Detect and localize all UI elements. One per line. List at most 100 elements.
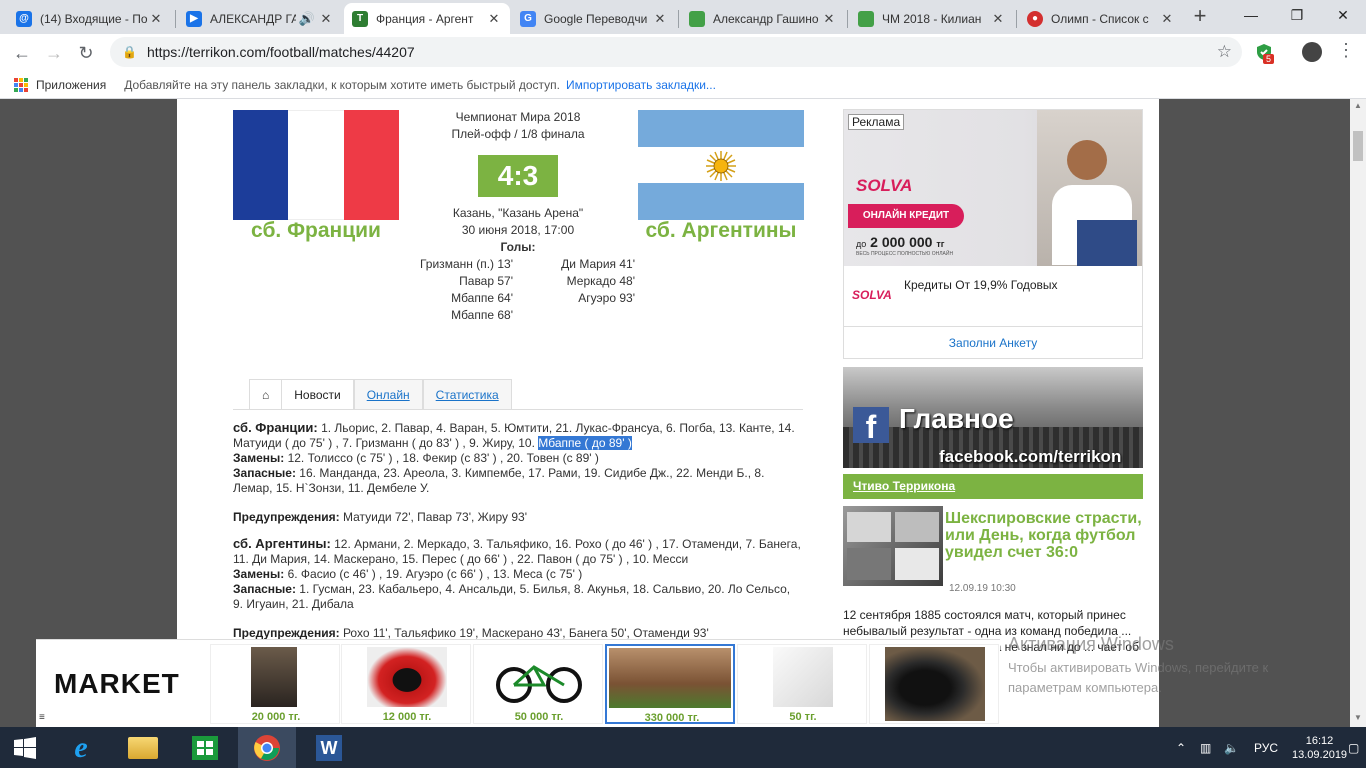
market-item[interactable]: 50 000 тг. xyxy=(473,644,603,724)
away-goal: Ди Мария 41' xyxy=(561,257,635,271)
menu-icon[interactable]: ≡ xyxy=(39,712,45,723)
reload-icon[interactable]: ↻ xyxy=(72,40,100,66)
scroll-up-icon[interactable]: ▲ xyxy=(1354,101,1362,110)
browser-tab[interactable]: ● Олимп - Список с ✕ xyxy=(1019,3,1183,34)
market-item-selected[interactable]: 330 000 тг. xyxy=(605,644,735,724)
boots-image xyxy=(885,647,985,721)
clock[interactable]: 16:12 13.09.2019 xyxy=(1292,727,1347,768)
tab-title: Google Переводчи xyxy=(544,11,648,26)
goals-label: Голы: xyxy=(500,240,536,254)
ad-credit: ОНЛАЙН КРЕДИТ xyxy=(848,204,964,228)
home-goal: Гризманн (п.) 13' xyxy=(419,257,513,271)
close-tab-icon[interactable]: ✕ xyxy=(821,11,837,27)
section-header[interactable]: Чтиво Терриконa xyxy=(843,474,1143,499)
volume-icon[interactable]: 🔈 xyxy=(1224,727,1239,768)
video-icon: ▶ xyxy=(186,10,202,27)
item-price: 330 000 тг. xyxy=(644,712,700,724)
import-bookmarks-link[interactable]: Импортировать закладки... xyxy=(566,78,716,92)
market-item[interactable]: 20 000 тг. xyxy=(210,644,340,724)
scroll-thumb[interactable] xyxy=(1353,131,1363,161)
back-arrow-icon[interactable]: ← xyxy=(8,40,36,66)
menu-dots-icon[interactable]: ⋮ xyxy=(1336,40,1356,64)
activation-watermark: Активация Windows xyxy=(1008,634,1174,654)
scroll-down-icon[interactable]: ▼ xyxy=(1354,713,1362,722)
close-tab-icon[interactable]: ✕ xyxy=(318,11,334,27)
address-bar[interactable]: 🔒 https://terrikon.com/football/matches/… xyxy=(110,37,1242,67)
notifications-icon[interactable]: ▢ xyxy=(1348,727,1359,768)
apps-link[interactable]: Приложения xyxy=(36,78,106,92)
activation-watermark-text: Чтобы активировать Windows, перейдите к … xyxy=(1008,658,1268,698)
new-tab-button[interactable]: + xyxy=(1188,5,1212,29)
browser-tab[interactable]: ЧМ 2018 - Килиан ✕ xyxy=(850,3,1014,34)
tab-strip: @ (14) Входящие - По ✕ ▶ АЛЕКСАНДР ГА 🔊 … xyxy=(0,0,1366,34)
tab-stats[interactable]: Статистика xyxy=(422,379,512,409)
minimize-icon[interactable]: — xyxy=(1228,0,1274,30)
ad-amount-value: 2 000 000 xyxy=(870,234,933,250)
ad-note: ВЕСЬ ПРОЦЕСС ПОЛНОСТЬЮ ОНЛАЙН xyxy=(856,251,954,257)
away-reserves-text: 1. Гусман, 23. Кабальеро, 4. Ансальди, 5… xyxy=(233,582,791,611)
ad-label: Реклама xyxy=(848,114,905,130)
word-icon[interactable]: W xyxy=(300,727,358,768)
forward-arrow-icon[interactable]: → xyxy=(40,40,68,66)
market-logo[interactable]: MARKET xyxy=(54,668,180,700)
sneakers-image xyxy=(367,647,447,707)
network-icon[interactable]: ▥ xyxy=(1200,727,1211,768)
extension-shield-icon[interactable]: 5 xyxy=(1254,42,1275,64)
bookmark-star-icon[interactable]: ☆ xyxy=(1217,42,1232,62)
france-flag xyxy=(233,110,399,220)
home-icon[interactable]: ⌂ xyxy=(249,379,283,409)
browser-tab[interactable]: ▶ АЛЕКСАНДР ГА 🔊 ✕ xyxy=(178,3,342,34)
tab-news[interactable]: Новости xyxy=(282,379,354,409)
audio-icon[interactable]: 🔊 xyxy=(296,11,318,27)
tray-chevron-icon[interactable]: ⌃ xyxy=(1176,727,1186,768)
avatar[interactable] xyxy=(1302,42,1322,62)
close-tab-icon[interactable]: ✕ xyxy=(148,11,164,27)
internet-explorer-icon[interactable]: e xyxy=(52,727,110,768)
argentina-flag xyxy=(638,110,804,220)
browser-tab[interactable]: G Google Переводчи ✕ xyxy=(512,3,676,34)
browser-tab[interactable]: Александр Гашино ✕ xyxy=(681,3,845,34)
browser-tab[interactable]: @ (14) Входящие - По ✕ xyxy=(8,3,172,34)
article-title[interactable]: Шекспировские страсти, или День, когда ф… xyxy=(945,510,1145,561)
ad-photo xyxy=(1037,110,1142,266)
market-item[interactable] xyxy=(869,644,999,724)
match-datetime: 30 июня 2018, 17:00 xyxy=(461,223,575,237)
apps-grid-icon xyxy=(14,77,28,92)
market-item[interactable]: 50 тг. xyxy=(737,644,867,724)
chrome-icon[interactable] xyxy=(238,727,296,768)
file-explorer-icon[interactable] xyxy=(114,727,172,768)
item-price: 50 тг. xyxy=(789,711,817,723)
close-tab-icon[interactable]: ✕ xyxy=(486,11,502,27)
competition[interactable]: Чемпионат Мира 2018 xyxy=(418,110,618,124)
tab-title: (14) Входящие - По xyxy=(40,11,148,26)
solva-ad[interactable]: Реклама SOLVA ОНЛАЙН КРЕДИТ до 2 000 000… xyxy=(843,109,1143,359)
close-tab-icon[interactable]: ✕ xyxy=(1159,11,1175,27)
ad-cta[interactable]: Заполни Анкету xyxy=(844,336,1142,350)
ad-text[interactable]: Кредиты От 19,9% Годовых xyxy=(904,278,1058,292)
close-tab-icon[interactable]: ✕ xyxy=(990,11,1006,27)
tab-online[interactable]: Онлайн xyxy=(353,379,423,409)
article-thumbnail[interactable] xyxy=(843,506,943,586)
restore-icon[interactable]: ❐ xyxy=(1274,0,1320,30)
close-tab-icon[interactable]: ✕ xyxy=(652,11,668,27)
facebook-banner[interactable]: f Главное facebook.com/terrikon xyxy=(843,367,1143,468)
home-team-name[interactable]: сб. Франции xyxy=(233,219,399,243)
extension-badge: 5 xyxy=(1263,54,1275,64)
close-window-icon[interactable]: ✕ xyxy=(1320,0,1366,30)
item-price: 12 000 тг. xyxy=(382,711,432,723)
away-team-name[interactable]: сб. Аргентины xyxy=(633,219,809,243)
market-ad-bar[interactable]: MARKET ≡ 20 000 тг. 12 000 тг. 50 000 тг… xyxy=(36,639,1000,727)
store-icon[interactable] xyxy=(176,727,234,768)
browser-tab-active[interactable]: T Франция - Аргент ✕ xyxy=(344,3,510,34)
market-item[interactable]: 12 000 тг. xyxy=(341,644,471,724)
lock-icon: 🔒 xyxy=(122,45,137,59)
away-warnings-text: Рохо 11', Тальяфико 19', Маскерано 43', … xyxy=(342,626,709,640)
ad-currency: тг xyxy=(936,239,945,249)
cow-image xyxy=(609,648,731,708)
page-scrollbar[interactable]: ▲ ▼ xyxy=(1350,99,1366,727)
ad-image[interactable]: Реклама SOLVA ОНЛАЙН КРЕДИТ до 2 000 000… xyxy=(844,110,1142,266)
subs-label: Замены: xyxy=(233,451,285,465)
windows-start-icon[interactable] xyxy=(0,727,50,768)
language-indicator[interactable]: РУС xyxy=(1254,727,1278,768)
home-subs-text: 12. Толиссо (с 75' ) , 18. Фекир (с 83' … xyxy=(287,451,599,465)
